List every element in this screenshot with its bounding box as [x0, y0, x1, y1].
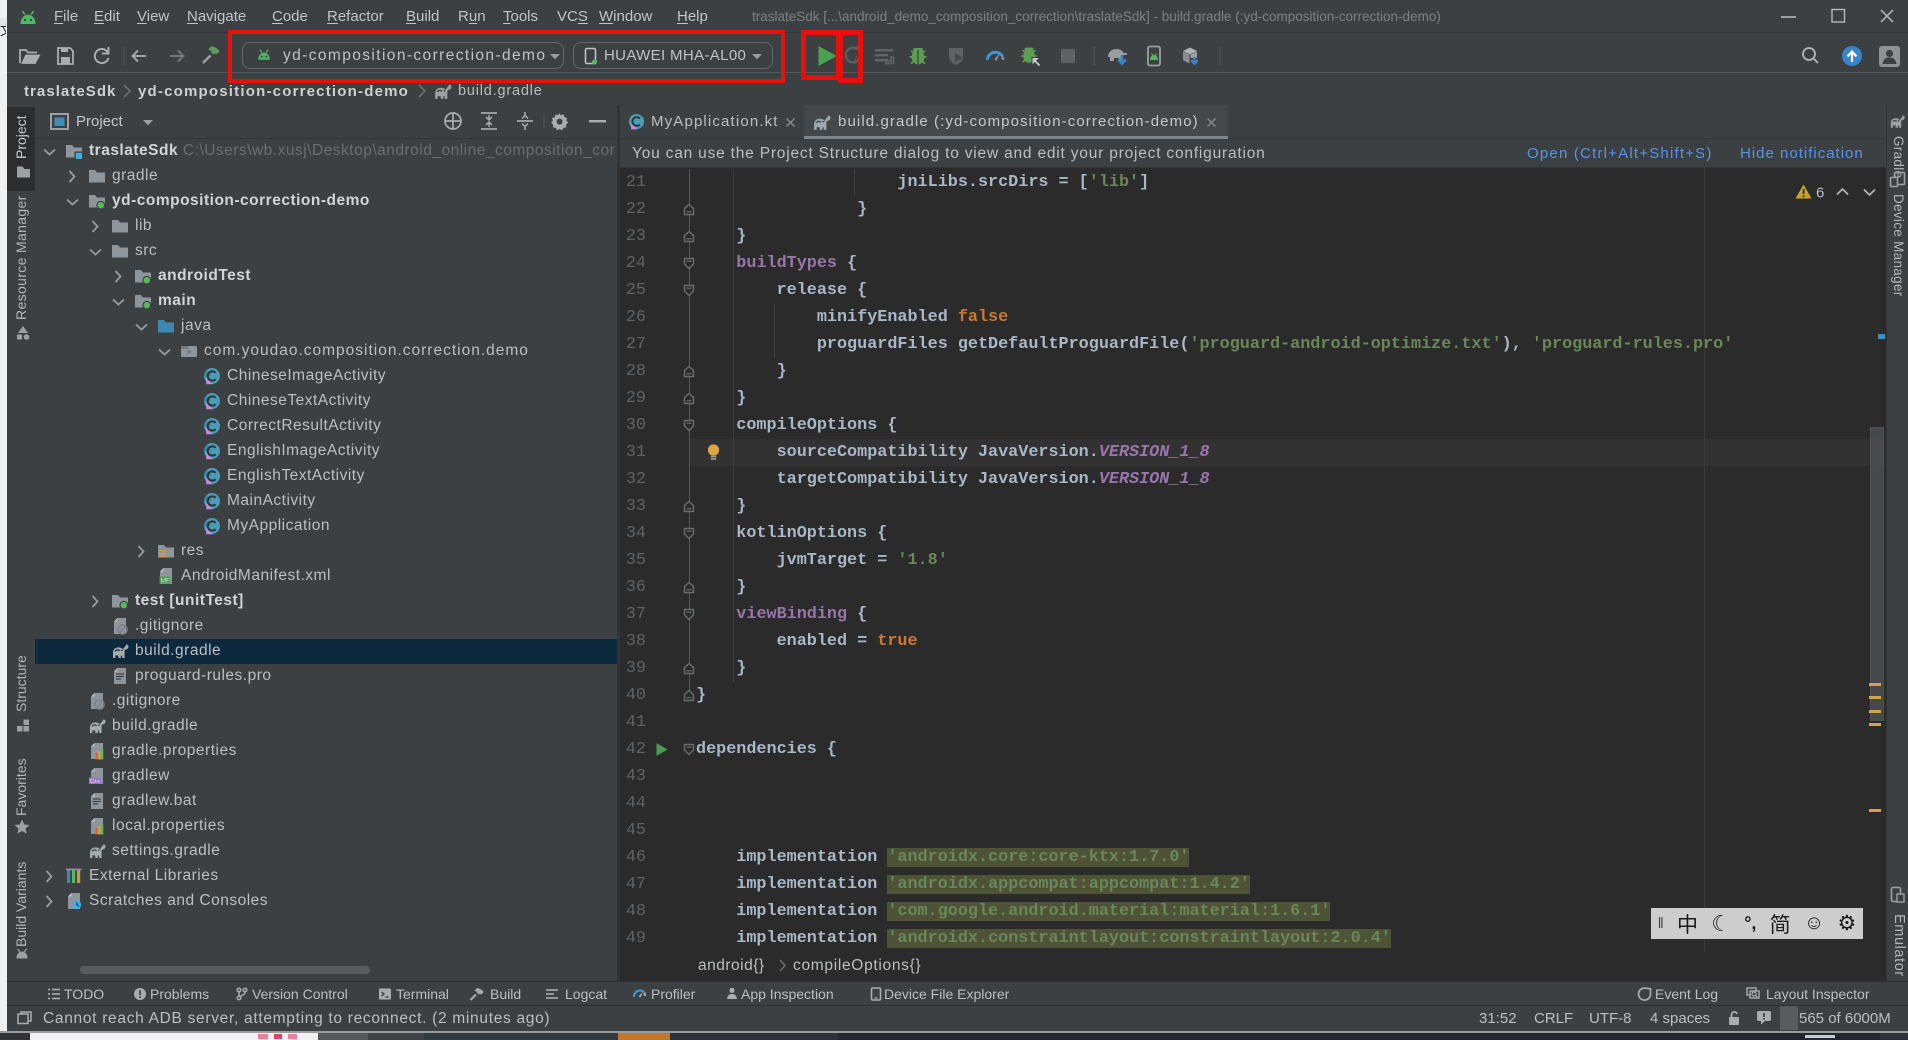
svg-text:C++: C++: [90, 779, 100, 785]
svg-text:6: 6: [1816, 185, 1824, 202]
svg-text:MF: MF: [161, 577, 170, 584]
